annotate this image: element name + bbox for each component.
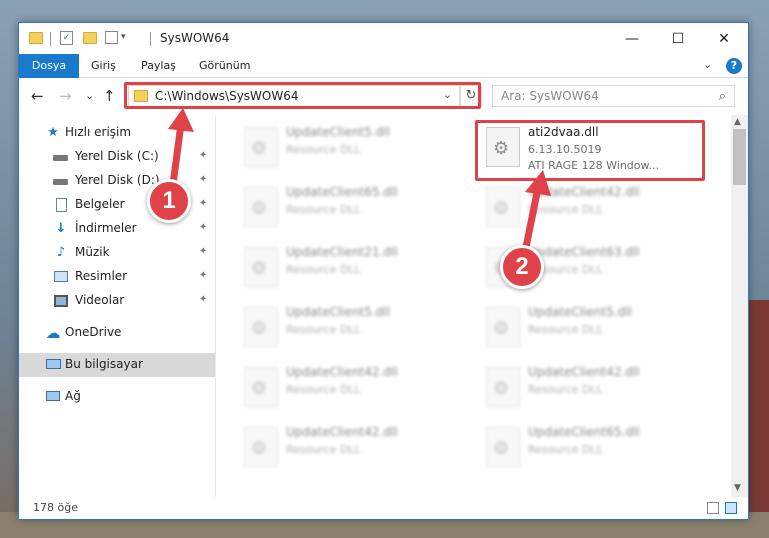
annotation-marker-2: 2: [500, 245, 544, 289]
annotation-arrows: [168, 108, 551, 256]
arrow-2-shaft: [521, 184, 542, 256]
arrow-2: [521, 170, 551, 256]
annotation-marker-1: 1: [147, 179, 191, 223]
arrow-2-head: [525, 170, 551, 196]
arrow-1-head: [168, 108, 194, 132]
